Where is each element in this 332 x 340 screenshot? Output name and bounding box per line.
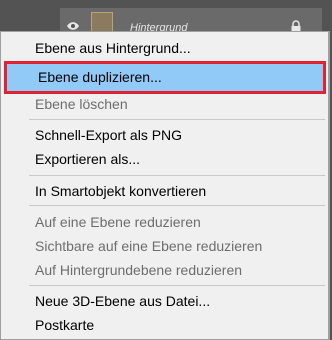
menu-separator (29, 119, 325, 120)
menu-item-duplicate-layer[interactable]: Ebene duplizieren... (4, 61, 326, 94)
menu-item-merge-down[interactable]: Auf eine Ebene reduzieren (1, 210, 329, 234)
menu-separator (29, 175, 325, 176)
menu-item-convert-smart-object[interactable]: In Smartobjekt konvertieren (1, 179, 329, 203)
menu-item-new-3d-layer[interactable]: Neue 3D-Ebene aus Datei... (1, 289, 329, 313)
menu-item-merge-visible[interactable]: Sichtbare auf eine Ebene reduzieren (1, 234, 329, 258)
menu-item-delete-layer[interactable]: Ebene löschen (1, 92, 329, 116)
context-menu: Ebene aus Hintergrund... Ebene duplizier… (0, 31, 330, 340)
menu-item-layer-from-background[interactable]: Ebene aus Hintergrund... (1, 36, 329, 60)
menu-separator (29, 285, 325, 286)
menu-item-export-as[interactable]: Exportieren als... (1, 147, 329, 171)
menu-item-quick-export-png[interactable]: Schnell-Export als PNG (1, 123, 329, 147)
eye-icon[interactable] (66, 21, 80, 31)
menu-separator (29, 205, 325, 206)
menu-item-flatten-image[interactable]: Auf Hintergrundebene reduzieren (1, 258, 329, 282)
menu-item-postcard[interactable]: Postkarte (1, 313, 329, 337)
